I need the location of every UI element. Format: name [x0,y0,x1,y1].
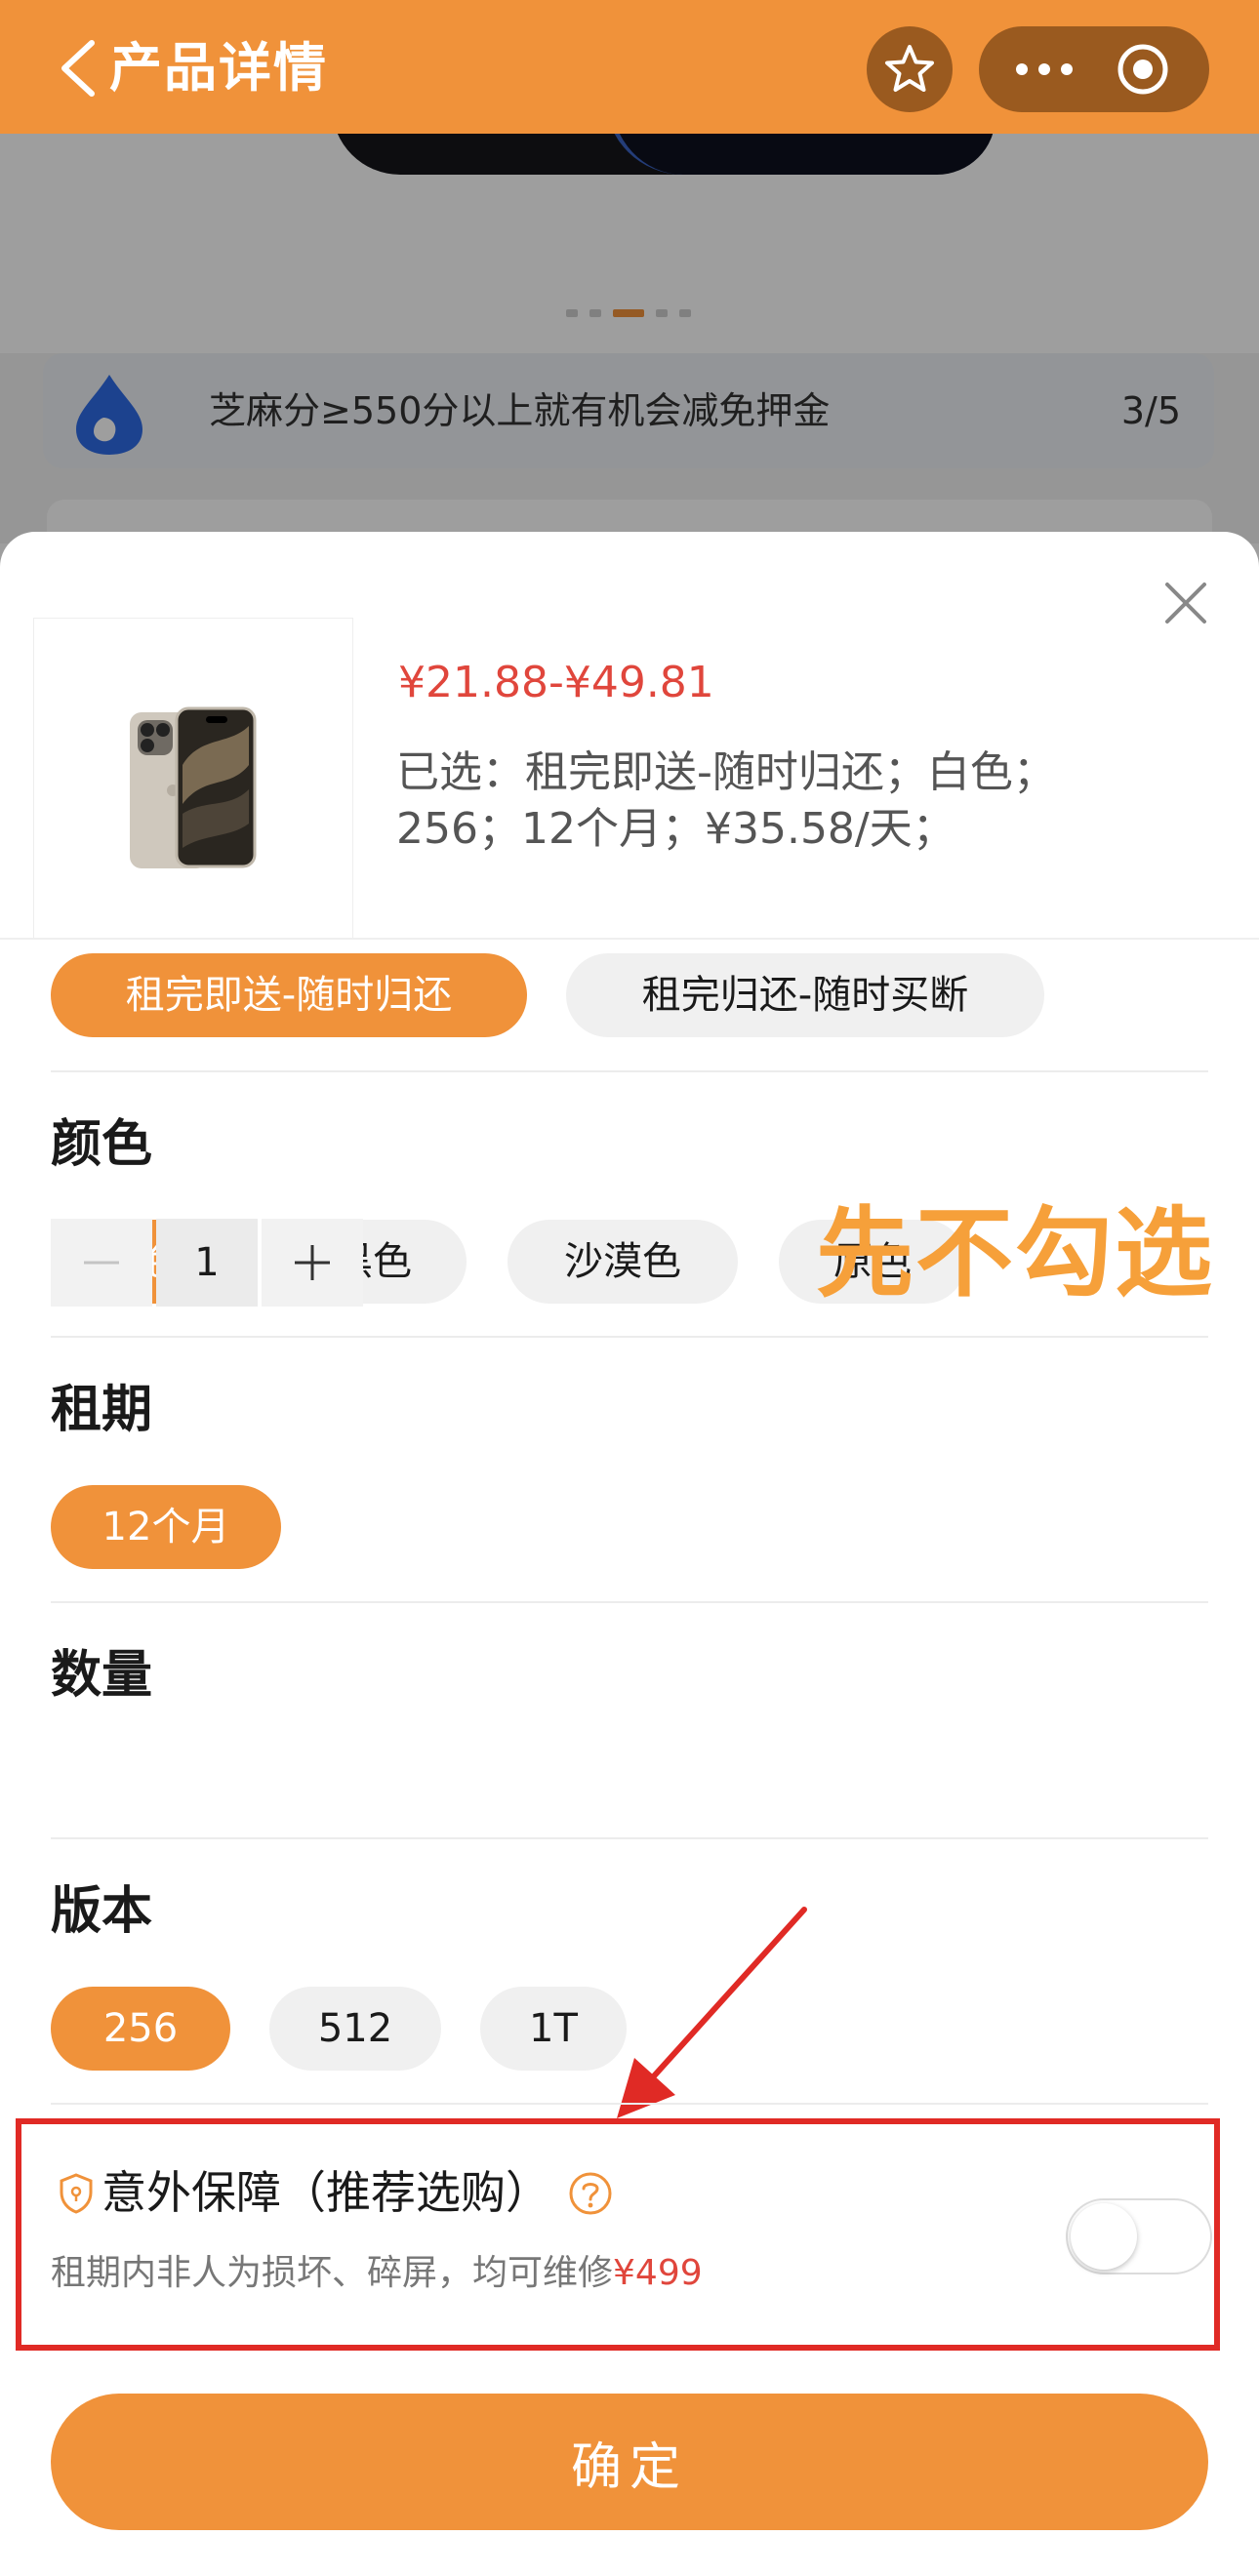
term-section-title: 租期 [51,1381,153,1439]
plan-option-return-or-buyout[interactable]: 租完归还-随时买断 [566,953,1044,1037]
divider [0,938,1259,940]
sku-selector-sheet: ¥21.88-¥49.81 已选：租完即送-随时归还；白色；256；12个月；¥… [0,532,1259,2576]
page-title: 产品详情 [109,37,328,99]
product-thumbnail [33,618,353,940]
version-section-title: 版本 [51,1882,153,1941]
divider [51,2103,1208,2105]
modal-mask[interactable] [0,134,1259,583]
version-option-256[interactable]: 256 [51,1987,230,2071]
star-icon [885,45,934,92]
color-option-desert[interactable]: 沙漠色 [508,1220,738,1304]
insurance-description: 租期内非人为损坏、碎屏，均可维修¥499 [51,2253,703,2293]
confirm-button[interactable]: 确定 [51,2394,1208,2530]
nav-bar: 产品详情 [0,0,1259,134]
term-option-12-months[interactable]: 12个月 [51,1485,281,1569]
divider [51,1070,1208,1072]
back-icon[interactable] [55,39,103,98]
shield-icon [60,2173,93,2214]
annotation-arrow [617,1907,807,2118]
increase-button[interactable] [262,1219,363,1307]
insurance-toggle[interactable] [1066,2198,1212,2274]
quantity-value[interactable]: 1 [156,1219,258,1307]
insurance-option: 意外保障（推荐选购） 租期内非人为损坏、碎屏，均可维修¥499 [16,2118,1220,2351]
quantity-stepper: 1 [51,1219,363,1307]
more-icon[interactable] [1012,46,1076,93]
insurance-title: 意外保障（推荐选购） [102,2166,550,2219]
annotation-text: 先不勾选 [816,1196,1214,1310]
divider [51,1837,1208,1839]
minus-icon [84,1261,119,1265]
close-icon[interactable] [1161,579,1210,627]
favorite-button[interactable] [867,26,953,112]
help-icon[interactable] [568,2171,613,2216]
color-section-title: 颜色 [51,1115,153,1174]
version-option-1t[interactable]: 1T [480,1987,627,2071]
selected-summary: 已选：租完即送-随时归还；白色；256；12个月；¥35.58/天； [396,747,1056,854]
close-program-icon[interactable] [1116,42,1170,97]
plan-option-rent-and-keep[interactable]: 租完即送-随时归还 [51,953,527,1037]
plus-icon [295,1245,330,1280]
divider [51,1336,1208,1338]
phone-image [130,706,257,868]
toggle-knob [1071,2203,1137,2270]
mini-program-capsule [979,26,1209,112]
price-range: ¥21.88-¥49.81 [398,658,714,707]
decrease-button[interactable] [51,1219,152,1307]
insurance-price: ¥499 [613,2253,703,2293]
version-option-512[interactable]: 512 [269,1987,441,2071]
quantity-section-title: 数量 [51,1646,153,1705]
divider [51,1601,1208,1603]
